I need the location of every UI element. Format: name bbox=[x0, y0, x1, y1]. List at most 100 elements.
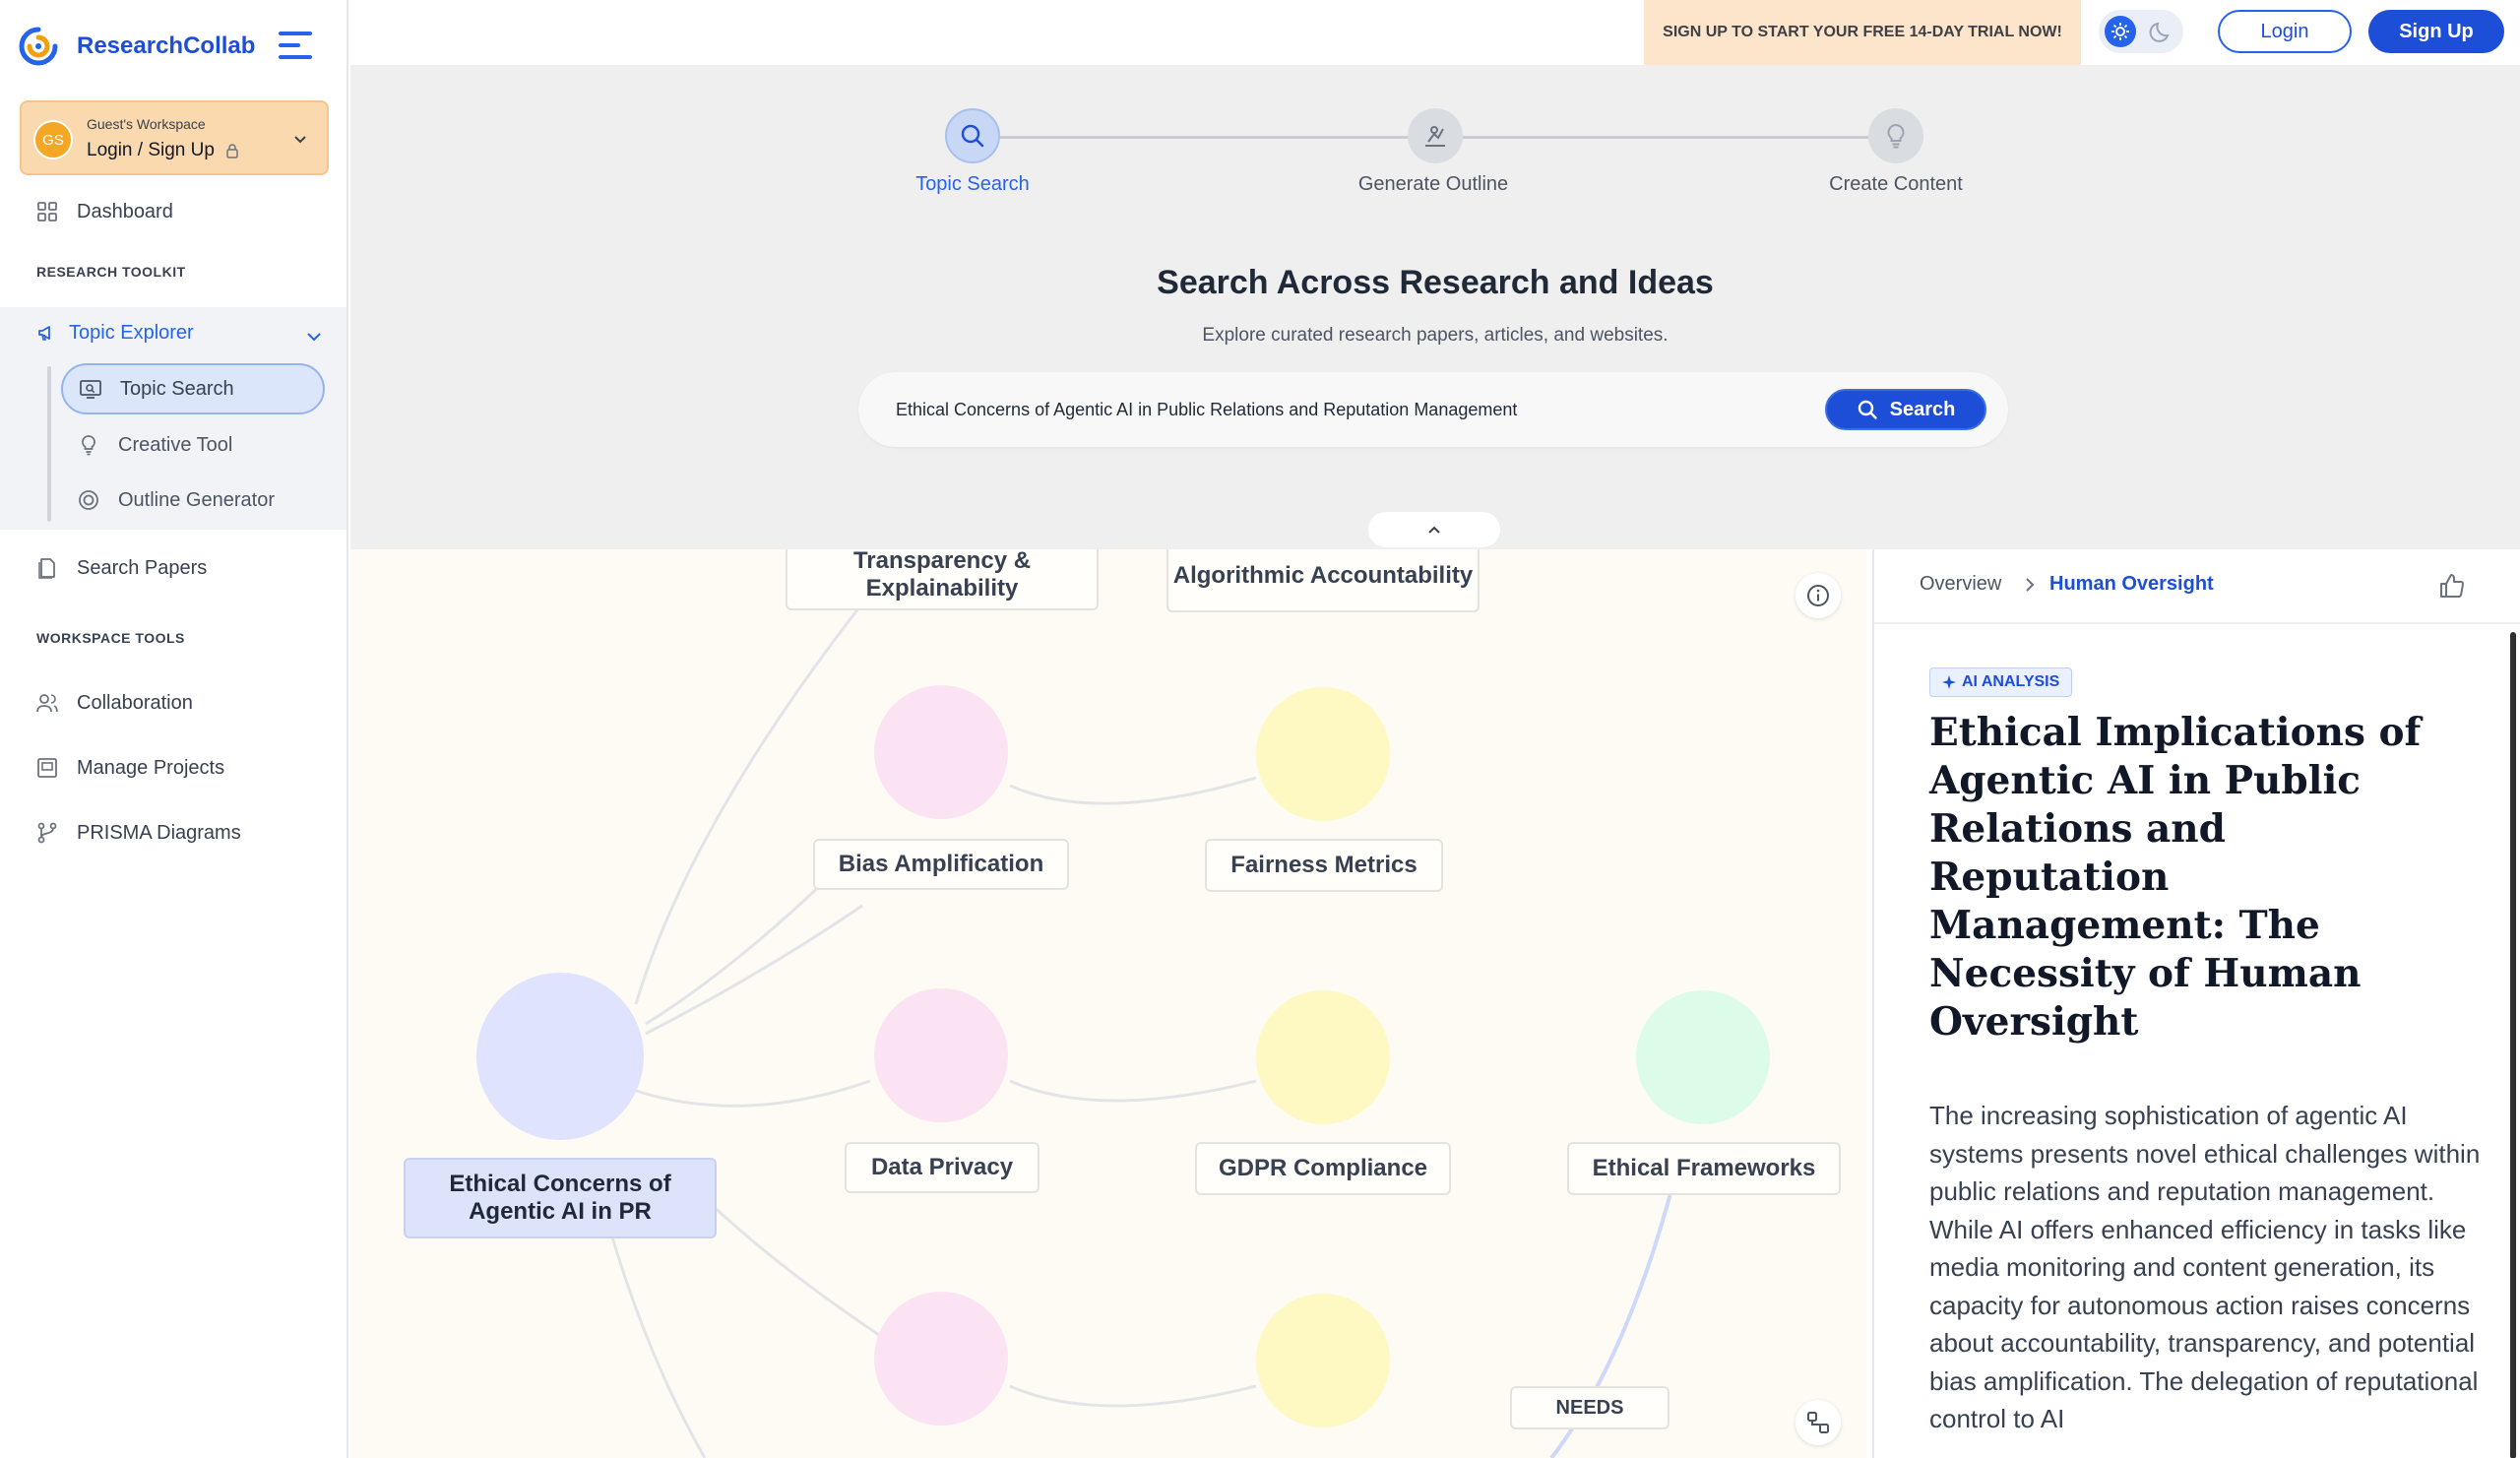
mind-map-node-circle[interactable] bbox=[1256, 687, 1390, 821]
login-button[interactable]: Login bbox=[2218, 10, 2352, 53]
page-title: Search Across Research and Ideas bbox=[1157, 264, 1714, 301]
submenu-rail bbox=[47, 366, 51, 522]
brand[interactable]: ResearchCollab bbox=[18, 26, 255, 67]
workspace-login[interactable]: Login / Sign Up bbox=[87, 140, 240, 161]
sidebar-item-label: Outline Generator bbox=[118, 488, 275, 511]
moon-icon[interactable] bbox=[2148, 18, 2175, 45]
sidebar-item-outline-generator[interactable]: Outline Generator bbox=[61, 475, 325, 526]
mind-map-node-accountability[interactable]: Algorithmic Accountability bbox=[1166, 549, 1480, 612]
monitor-search-icon bbox=[80, 380, 101, 399]
step-label-generate-outline: Generate Outline bbox=[1357, 173, 1509, 195]
sidebar-item-search-papers[interactable]: Search Papers bbox=[35, 551, 207, 585]
mind-map-node-circle[interactable] bbox=[874, 988, 1008, 1122]
search-button-label: Search bbox=[1889, 398, 1956, 420]
brand-name: ResearchCollab bbox=[77, 32, 256, 59]
folder-image-icon bbox=[37, 758, 57, 778]
breadcrumb-current[interactable]: Human Oversight bbox=[2049, 573, 2214, 596]
step-label-create-content: Create Content bbox=[1829, 173, 1963, 195]
nodes-icon bbox=[1807, 1412, 1829, 1433]
mind-map-root-node[interactable] bbox=[476, 973, 644, 1140]
panel-header: Overview Human Oversight bbox=[1874, 549, 2520, 624]
sidebar-item-dashboard[interactable]: Dashboard bbox=[35, 195, 173, 228]
workspace-login-label: Login / Sign Up bbox=[87, 140, 215, 160]
mind-map-node-circle[interactable] bbox=[1256, 990, 1390, 1124]
sidebar-item-label: Search Papers bbox=[77, 556, 208, 579]
panel-body-text: The increasing sophistication of agentic… bbox=[1929, 1101, 2481, 1433]
grid-icon bbox=[37, 202, 57, 222]
detail-panel: Overview Human Oversight AI ANALYSIS Eth… bbox=[1872, 549, 2520, 1458]
sidebar-item-prisma-diagrams[interactable]: PRISMA Diagrams bbox=[35, 816, 241, 850]
step-connector bbox=[1463, 136, 1868, 139]
mind-map-node-fairness[interactable]: Fairness Metrics bbox=[1205, 839, 1443, 892]
section-heading-workspace-tools: WORKSPACE TOOLS bbox=[36, 630, 185, 646]
avatar: GS bbox=[33, 120, 73, 159]
ai-analysis-label: AI ANALYSIS bbox=[1962, 673, 2060, 690]
panel-scrollbar[interactable] bbox=[2510, 632, 2516, 1458]
mind-map-canvas[interactable]: Ethical Concerns of Agentic AI in PR Tra… bbox=[350, 549, 1866, 1458]
mind-map-node-circle[interactable] bbox=[874, 1292, 1008, 1426]
mind-map-node-ethical-frameworks[interactable]: Ethical Frameworks bbox=[1567, 1142, 1841, 1195]
sidebar-item-label: PRISMA Diagrams bbox=[77, 821, 241, 844]
step-connector bbox=[1000, 136, 1408, 139]
mind-map-node-circle[interactable] bbox=[1256, 1294, 1390, 1427]
search-bar: Search bbox=[858, 372, 2008, 447]
target-icon bbox=[79, 490, 98, 510]
mind-map-node-gdpr[interactable]: GDPR Compliance bbox=[1195, 1142, 1451, 1195]
trial-promo-banner[interactable]: SIGN UP TO START YOUR FREE 14-DAY TRIAL … bbox=[1644, 0, 2081, 65]
map-info-button[interactable] bbox=[1796, 573, 1841, 618]
mind-map-node-data-privacy[interactable]: Data Privacy bbox=[845, 1142, 1040, 1193]
step-topic-search[interactable] bbox=[945, 108, 1000, 163]
document-icon bbox=[38, 558, 55, 579]
mind-map-node-circle[interactable] bbox=[874, 685, 1008, 819]
chevron-up-icon bbox=[1428, 526, 1440, 534]
menu-toggle-icon[interactable] bbox=[279, 32, 312, 61]
sidebar: ResearchCollab GS Guest's Workspace Logi… bbox=[0, 0, 348, 1458]
breadcrumb-overview[interactable]: Overview bbox=[1920, 573, 2001, 596]
chevron-right-icon bbox=[2026, 578, 2035, 592]
workspace-label: Guest's Workspace bbox=[87, 116, 206, 132]
search-icon bbox=[961, 124, 984, 148]
mind-map-root-label[interactable]: Ethical Concerns of Agentic AI in PR bbox=[404, 1158, 717, 1238]
ai-analysis-badge: AI ANALYSIS bbox=[1929, 667, 2073, 697]
search-button[interactable]: Search bbox=[1825, 389, 1986, 430]
search-input[interactable] bbox=[896, 390, 1782, 429]
mind-map-node-circle[interactable] bbox=[1636, 990, 1770, 1124]
outline-chart-icon bbox=[1425, 126, 1445, 147]
sidebar-item-topic-search[interactable]: Topic Search bbox=[61, 363, 325, 414]
page-subtitle: Explore curated research papers, article… bbox=[1202, 325, 1669, 346]
chevron-down-icon[interactable] bbox=[305, 328, 323, 346]
lightbulb-icon bbox=[1887, 123, 1905, 149]
sidebar-item-label: Dashboard bbox=[77, 200, 173, 222]
step-generate-outline[interactable] bbox=[1408, 108, 1463, 163]
sidebar-item-collaboration[interactable]: Collaboration bbox=[35, 686, 193, 720]
panel-title: Ethical Implications of Agentic AI in Pu… bbox=[1929, 710, 2422, 1045]
lightbulb-icon bbox=[82, 435, 95, 456]
info-icon bbox=[1807, 585, 1829, 606]
map-layout-button[interactable] bbox=[1796, 1400, 1841, 1445]
mind-map-node-bias[interactable]: Bias Amplification bbox=[813, 839, 1069, 890]
sidebar-item-topic-explorer[interactable]: Topic Explorer bbox=[35, 321, 194, 345]
thumbs-up-icon[interactable] bbox=[2437, 571, 2467, 601]
step-label-topic-search: Topic Search bbox=[915, 173, 1030, 195]
users-icon bbox=[36, 694, 58, 713]
collapse-search-toggle[interactable] bbox=[1368, 512, 1500, 547]
search-icon bbox=[1858, 400, 1877, 419]
sidebar-item-label: Manage Projects bbox=[77, 756, 225, 779]
branch-icon bbox=[37, 822, 57, 844]
sidebar-item-label: Topic Explorer bbox=[69, 321, 194, 344]
sidebar-item-creative-tool[interactable]: Creative Tool bbox=[61, 419, 325, 471]
workspace-switcher[interactable]: GS Guest's Workspace Login / Sign Up bbox=[20, 100, 329, 175]
mind-map-node-transparency[interactable]: Transparency & Explainability bbox=[786, 549, 1099, 610]
theme-toggle[interactable] bbox=[2099, 10, 2183, 53]
megaphone-icon bbox=[38, 326, 50, 341]
sparkle-icon bbox=[1942, 675, 1956, 689]
section-heading-research-toolkit: RESEARCH TOOLKIT bbox=[36, 264, 186, 280]
chevron-down-icon bbox=[294, 136, 306, 144]
top-bar bbox=[350, 0, 2520, 65]
step-create-content[interactable] bbox=[1868, 108, 1923, 163]
sun-icon[interactable] bbox=[2105, 16, 2136, 47]
logo-icon bbox=[19, 27, 58, 66]
signup-button[interactable]: Sign Up bbox=[2368, 10, 2504, 53]
sidebar-item-manage-projects[interactable]: Manage Projects bbox=[35, 751, 224, 785]
sidebar-item-label: Collaboration bbox=[77, 691, 193, 714]
